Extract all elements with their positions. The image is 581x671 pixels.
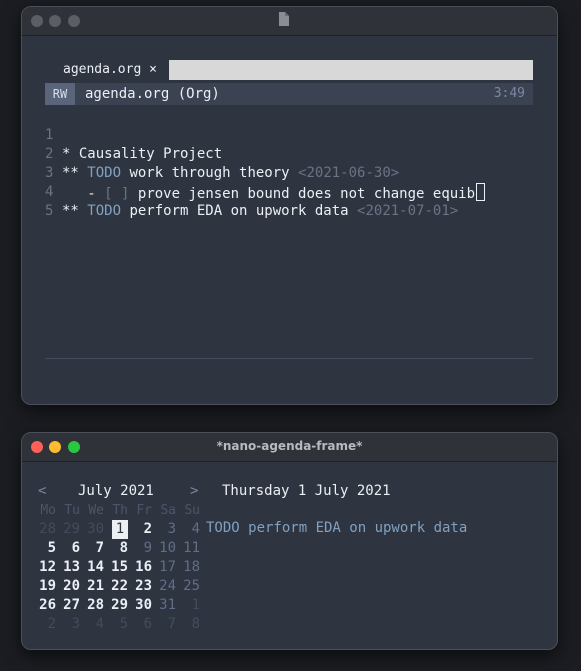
calendar-day[interactable]: 15 [104,558,128,577]
weekday-label: We [88,503,104,518]
window-title: *nano-agenda-frame* [216,439,363,453]
next-month-button[interactable]: > [190,481,198,501]
mode-line: RW agenda.org (Org) 3:49 [45,83,533,105]
calendar-day[interactable]: 2 [128,520,152,539]
calendar-day[interactable]: 26 [32,596,56,615]
calendar-day[interactable]: 22 [104,577,128,596]
buffer-line-4[interactable]: 4 ** TODO perform EDA on upwork data <20… [22,164,557,219]
month-label: July 2021 [78,483,154,499]
buffer-line-2[interactable]: 2 ** TODO work through theory <2021-06-3… [22,126,557,181]
buffer-line-5[interactable]: 5 [22,183,557,219]
calendar-day[interactable]: 30 [80,520,104,539]
calendar-day[interactable]: 18 [176,558,200,577]
timestamp: <2021-07-01> [357,203,459,219]
buffer-name: agenda.org (Org) [85,86,220,102]
weekday-label: Fr [136,503,152,518]
calendar-day[interactable]: 17 [152,558,176,577]
calendar-day[interactable]: 4 [80,615,104,634]
close-button[interactable] [31,15,43,27]
weekday-label: Mo [40,503,56,518]
calendar-day[interactable]: 3 [56,615,80,634]
minimize-button[interactable] [49,15,61,27]
zoom-button[interactable] [68,15,80,27]
calendar-day[interactable]: 29 [56,520,80,539]
clock: 3:49 [493,86,525,101]
calendar-day[interactable]: 16 [128,558,152,577]
calendar-day[interactable]: 6 [56,539,80,558]
calendar-day[interactable]: 24 [152,577,176,596]
calendar-day[interactable]: 7 [80,539,104,558]
calendar-day[interactable]: 14 [80,558,104,577]
calendar-day[interactable]: 20 [56,577,80,596]
buffer-line-1[interactable]: 1 * Causality Project [22,107,557,162]
calendar-day-today[interactable]: 1 [112,520,128,539]
calendar-day[interactable]: 6 [128,615,152,634]
calendar-day[interactable]: 28 [32,520,56,539]
calendar-day[interactable]: 2 [32,615,56,634]
heading-text: perform EDA on upwork data [121,203,358,219]
line-number: 5 [45,203,54,219]
calendar-day[interactable]: 27 [56,596,80,615]
calendar-day[interactable]: 9 [128,539,152,558]
calendar-day[interactable]: 5 [104,615,128,634]
calendar-day[interactable]: 7 [152,615,176,634]
agenda-entry[interactable]: TODO perform EDA on upwork data [206,519,467,538]
calendar-day[interactable]: 28 [80,596,104,615]
weekday-label: Th [112,503,128,518]
calendar-day[interactable]: 12 [32,558,56,577]
calendar-day[interactable]: 8 [104,539,128,558]
editor-buffer[interactable]: 1 * Causality Project 2 ** TODO work thr… [22,107,557,219]
calendar-day[interactable]: 19 [32,577,56,596]
calendar-day[interactable]: 25 [176,577,200,596]
calendar-day[interactable]: 4 [176,520,200,539]
calendar-day[interactable]: 8 [176,615,200,634]
minibuffer-divider [45,358,533,359]
tab-bar-filler [169,60,533,80]
weekday-label: Su [184,503,200,518]
tab-bar: agenda.org × [45,59,533,80]
calendar-day[interactable]: 31 [152,596,176,615]
calendar-day[interactable]: 5 [32,539,56,558]
calendar-day[interactable]: 13 [56,558,80,577]
calendar-day[interactable]: 30 [128,596,152,615]
calendar-day[interactable]: 11 [176,539,200,558]
weekday-label: Tu [64,503,80,518]
document-icon [279,12,289,26]
buffer-state-badge: RW [45,83,75,105]
selected-date-heading: Thursday 1 July 2021 [222,483,391,499]
agenda-titlebar[interactable]: *nano-agenda-frame* [22,433,557,462]
calendar-day[interactable]: 23 [128,577,152,596]
buffer-line-3[interactable]: 3 - [ ] prove jensen bound does not chan… [22,145,557,202]
todo-keyword: TODO [87,203,122,219]
calendar-day[interactable]: 21 [80,577,104,596]
calendar-day[interactable]: 1 [176,596,200,615]
calendar-day[interactable]: 29 [104,596,128,615]
calendar-day[interactable]: 10 [152,539,176,558]
agenda-window: *nano-agenda-frame* < July 2021 > Mo Tu … [21,432,558,650]
prev-month-button[interactable]: < [38,481,46,501]
tab-agenda-org[interactable]: agenda.org × [45,59,168,80]
editor-window: agenda.org × RW agenda.org (Org) 3:49 1 … [21,6,558,405]
editor-titlebar[interactable] [22,7,557,36]
calendar-day[interactable]: 3 [152,520,176,539]
weekday-label: Sa [160,503,176,518]
